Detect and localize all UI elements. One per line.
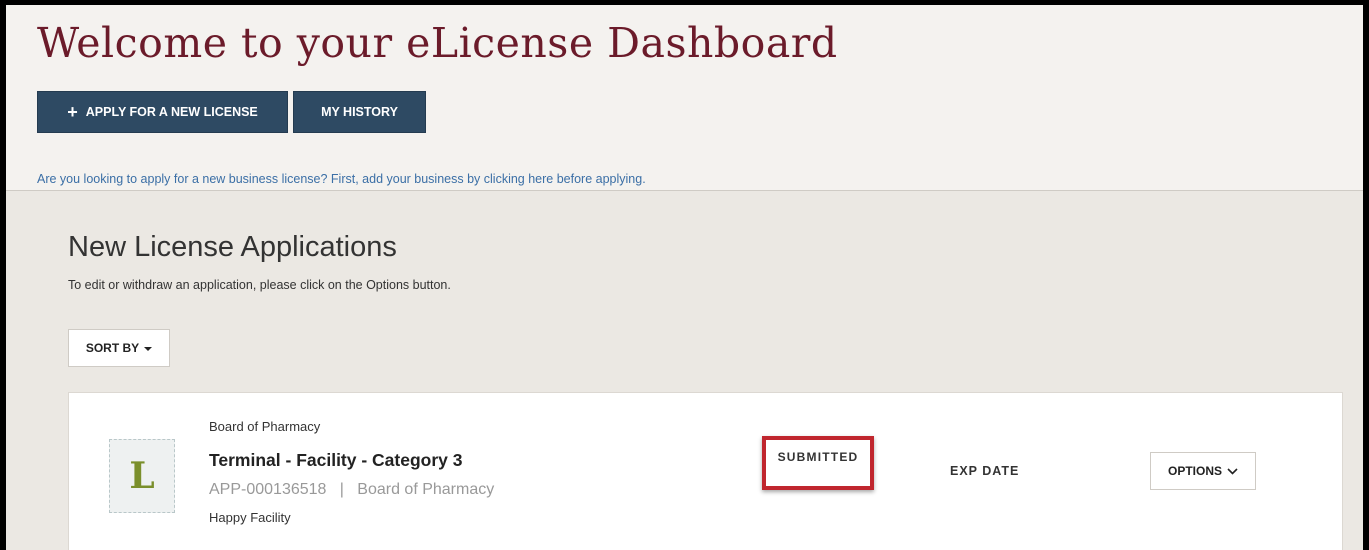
application-id-line: APP-000136518 | Board of Pharmacy xyxy=(209,481,494,499)
license-name: Terminal - Facility - Category 3 xyxy=(209,450,463,470)
sort-by-label: SORT BY xyxy=(85,341,140,355)
main-content: New License Applications To edit or with… xyxy=(6,191,1363,550)
application-board: Board of Pharmacy xyxy=(357,481,495,498)
add-business-link[interactable]: Are you looking to apply for a new busin… xyxy=(37,172,646,186)
options-button[interactable]: OPTIONS xyxy=(1150,452,1256,490)
license-icon-letter: L xyxy=(129,455,155,497)
separator: | xyxy=(339,481,344,498)
chevron-down-icon xyxy=(1227,467,1238,475)
exp-date-label: EXP DATE xyxy=(950,464,1020,478)
section-description: To edit or withdraw an application, plea… xyxy=(68,278,451,292)
apply-new-license-label: APPLY FOR A NEW LICENSE xyxy=(85,105,258,119)
dashboard-header: Welcome to your eLicense Dashboard + APP… xyxy=(6,5,1363,190)
page-frame: Welcome to your eLicense Dashboard + APP… xyxy=(6,5,1363,550)
status-label: SUBMITTED xyxy=(777,450,859,464)
my-history-label: MY HISTORY xyxy=(321,105,398,119)
caret-down-icon xyxy=(144,346,153,351)
board-name: Board of Pharmacy xyxy=(209,419,321,434)
section-title: New License Applications xyxy=(68,231,397,263)
apply-new-license-button[interactable]: + APPLY FOR A NEW LICENSE xyxy=(37,91,288,133)
sort-by-button[interactable]: SORT BY xyxy=(68,329,170,367)
my-history-button[interactable]: MY HISTORY xyxy=(293,91,426,133)
license-icon: L xyxy=(109,439,175,513)
facility-name: Happy Facility xyxy=(209,510,291,525)
plus-icon: + xyxy=(67,102,78,122)
page-title: Welcome to your eLicense Dashboard xyxy=(37,19,838,67)
options-label: OPTIONS xyxy=(1167,464,1222,478)
application-id: APP-000136518 xyxy=(209,481,327,498)
application-card: L Board of Pharmacy Terminal - Facility … xyxy=(68,392,1343,550)
status-badge: SUBMITTED xyxy=(762,436,874,490)
